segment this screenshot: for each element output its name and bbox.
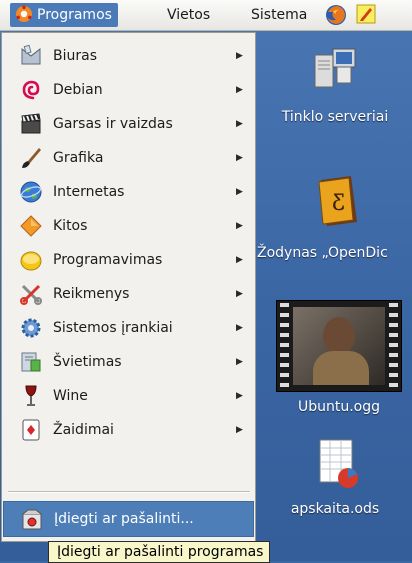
menu-item-label: Žaidimai [53,422,114,438]
desktop-icon-spreadsheet[interactable]: apskaita.ods [258,438,412,538]
menu-item-label: Garsas ir vaizdas [53,116,173,132]
desktop-icon-video[interactable]: Ubuntu.ogg [266,300,412,426]
video-person-face [323,317,355,355]
video-frame [293,307,385,385]
menu-item-label: Wine [53,388,88,404]
paintbrush-icon [22,148,41,168]
menu-item-programming[interactable]: Programavimas ▶ [3,243,254,277]
menu-item-graphics[interactable]: Grafika ▶ [3,141,254,175]
menu-item-office[interactable]: Biuras ▶ [3,39,254,73]
menu-item-label: Sistemos įrankiai [53,320,173,336]
menu-item-label: Debian [53,82,103,98]
firefox-icon[interactable] [325,4,347,26]
menu-item-system-tools[interactable]: Sistemos įrankiai ▶ [3,311,254,345]
submenu-arrow-icon: ▶ [236,425,243,435]
tooltip: Įdiegti ar pašalinti programas [48,541,271,563]
programs-label: Programos [37,7,112,23]
programs-menu-button[interactable]: Programos [10,3,118,27]
menu-item-education[interactable]: Švietimas ▶ [3,345,254,379]
notes-icon[interactable] [356,4,376,24]
menu-item-games[interactable]: Žaidimai ▶ [3,413,254,447]
menu-item-label: Internetas [53,184,125,200]
globe-icon [20,181,42,203]
menu-item-label: Įdiegti ar pašalinti... [54,511,194,527]
applications-menu: Biuras ▶ Debian ▶ Garsas ir vaizdas ▶ Gr… [1,32,256,542]
film-strip-right [389,303,398,389]
submenu-arrow-icon: ▶ [236,51,243,61]
desktop-icon-label: Ubuntu.ogg [297,399,381,415]
places-menu-button[interactable]: Vietos [167,3,210,27]
menu-item-sound-video[interactable]: Garsas ir vaizdas ▶ [3,107,254,141]
submenu-arrow-icon: ▶ [236,221,243,231]
tools-icon [20,284,42,305]
submenu-arrow-icon: ▶ [236,357,243,367]
submenu-arrow-icon: ▶ [236,119,243,129]
system-menu-button[interactable]: Sistema [251,3,307,27]
system-gear-icon [21,318,41,338]
menu-item-debian[interactable]: Debian ▶ [3,73,254,107]
submenu-arrow-icon: ▶ [236,187,243,197]
menu-item-other[interactable]: Kitos ▶ [3,209,254,243]
submenu-arrow-icon: ▶ [236,391,243,401]
menu-item-label: Reikmenys [53,286,130,302]
submenu-arrow-icon: ▶ [236,289,243,299]
top-panel: Programos Vietos Sistema [0,0,412,31]
menu-item-internet[interactable]: Internetas ▶ [3,175,254,209]
video-thumbnail-icon [276,300,402,392]
menu-item-install-remove[interactable]: Įdiegti ar pašalinti... [3,501,254,537]
desktop-icon-label: apskaita.ods [290,501,380,517]
submenu-arrow-icon: ▶ [236,85,243,95]
video-person-shirt [313,351,369,385]
svg-text:Ƹ: Ƹ [332,191,344,216]
menu-item-label: Biuras [53,48,97,64]
office-icon [21,44,41,65]
desktop-icon-dictionary[interactable]: Ƹ Žodynas „OpenDic [257,170,412,270]
playing-card-icon [22,419,40,441]
wine-glass-icon [25,385,37,406]
debian-swirl-icon [22,80,40,100]
film-strip-left [280,303,289,389]
submenu-arrow-icon: ▶ [236,153,243,163]
distro-logo-icon [16,5,32,22]
network-servers-icon [314,48,356,88]
menu-item-wine[interactable]: Wine ▶ [3,379,254,413]
menu-item-label: Programavimas [53,252,163,268]
diamond-icon [20,215,42,237]
menu-item-accessories[interactable]: Reikmenys ▶ [3,277,254,311]
submenu-arrow-icon: ▶ [236,323,243,333]
menu-separator [8,491,250,493]
desktop-icon-label: Žodynas „OpenDic [257,245,388,261]
spreadsheet-icon [319,439,358,488]
desktop-icon-label: Tinklo serveriai [281,109,389,125]
menu-item-label: Kitos [53,218,88,234]
education-icon [21,352,41,372]
desktop-icon-network-servers[interactable]: Tinklo serveriai [258,40,412,140]
submenu-arrow-icon: ▶ [236,255,243,265]
menu-item-label: Švietimas [53,354,122,370]
clapperboard-icon [21,113,41,134]
dictionary-icon: Ƹ [318,176,357,226]
package-install-icon [22,509,42,530]
menu-item-label: Grafika [53,150,104,166]
programming-icon [20,251,42,271]
